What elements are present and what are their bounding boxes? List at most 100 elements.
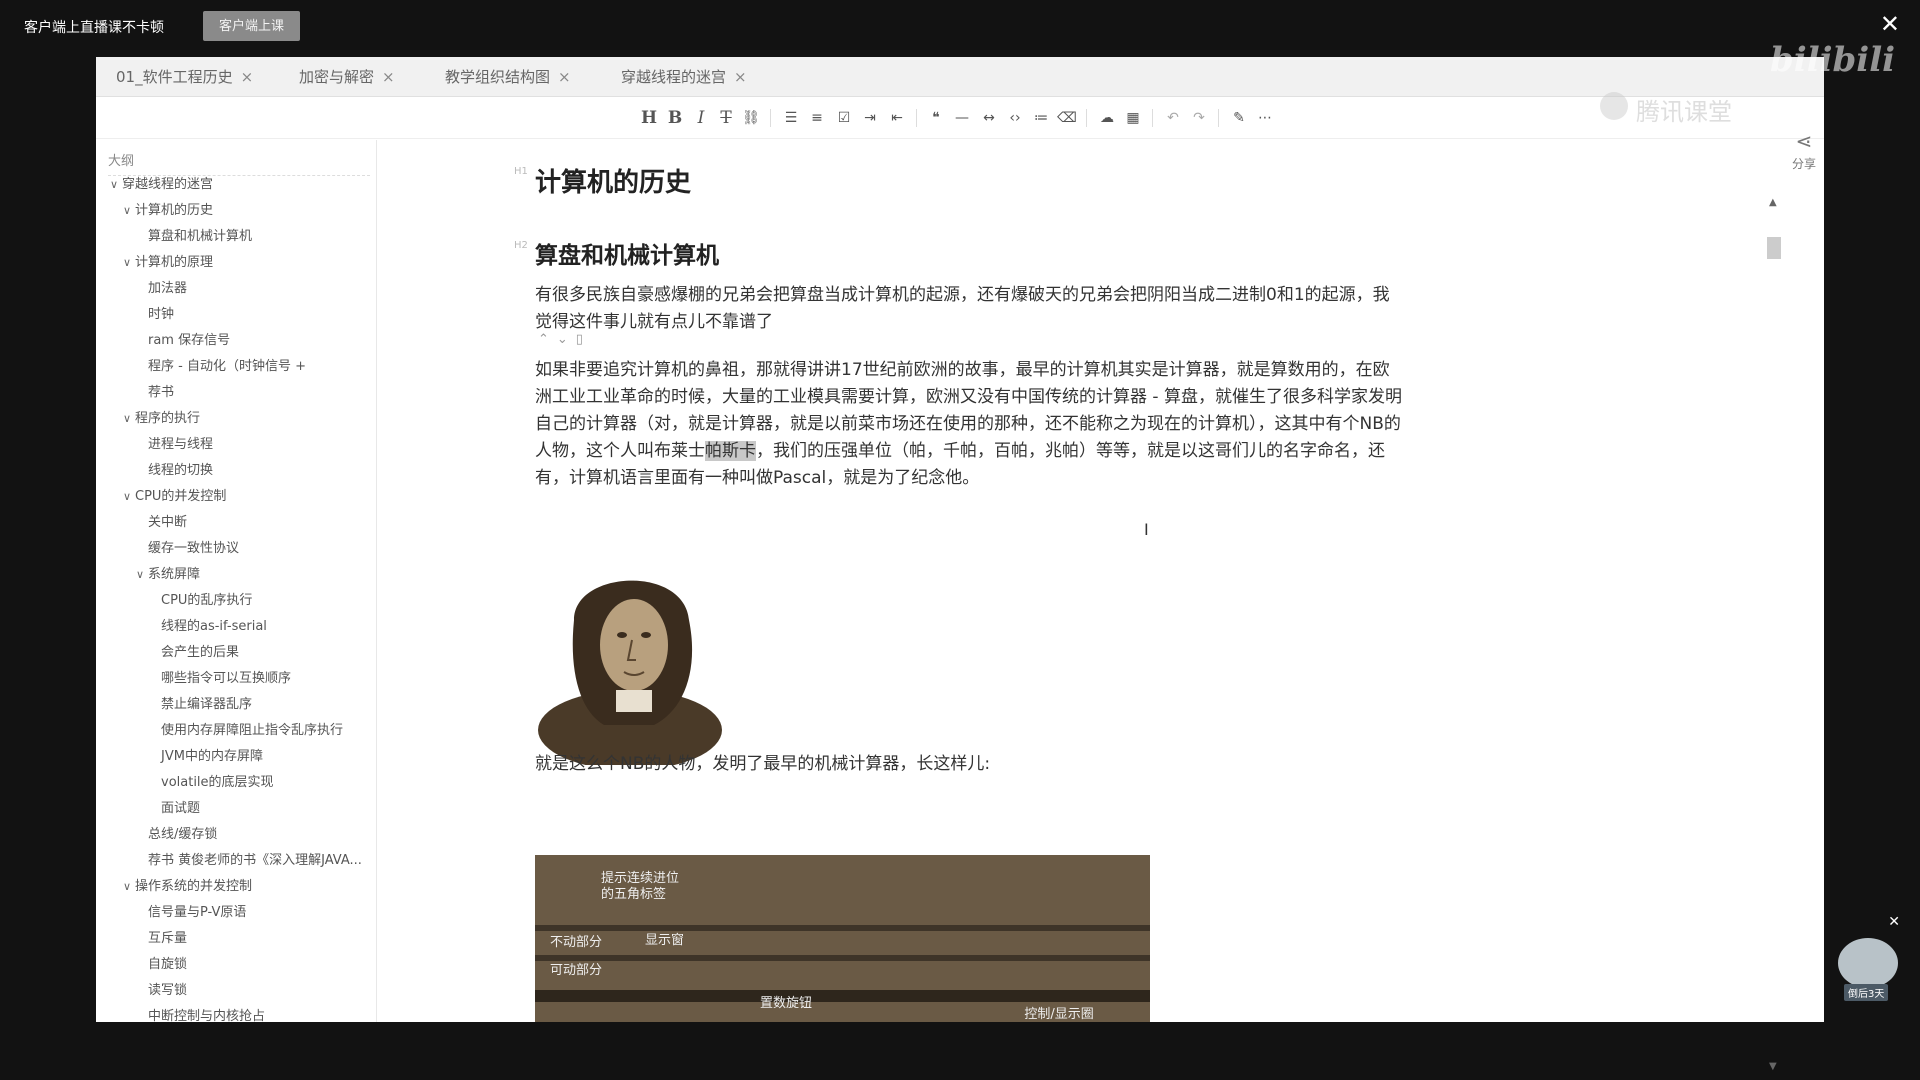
chevron-down-icon[interactable]: ∨ (110, 178, 122, 191)
chevron-down-icon[interactable]: ∨ (123, 204, 135, 217)
outline-item[interactable]: 进程与线程 (148, 433, 213, 452)
code-inline-icon[interactable]: ↔ (978, 107, 1000, 129)
scroll-thumb[interactable] (1767, 237, 1781, 259)
outline-item[interactable]: 荐书 黄俊老师的书《深入理解JAVA... (148, 849, 362, 868)
outline-item[interactable]: ∨ 系统屏障 (136, 563, 200, 582)
outline-item[interactable]: 读写锁 (148, 979, 187, 998)
close-icon[interactable]: ✕ (1888, 914, 1900, 930)
chevron-down-icon[interactable]: ∨ (123, 412, 135, 425)
paragraph: 如果非要追究计算机的鼻祖，那就得讲讲17世纪前欧洲的故事，最早的计算机其实是计算… (535, 357, 1405, 492)
tab-encryption[interactable]: 加密与解密 × (299, 57, 395, 97)
outline-item[interactable]: ∨ 操作系统的并发控制 (123, 875, 252, 894)
outline-item[interactable]: 哪些指令可以互换顺序 (161, 667, 291, 686)
outline-item[interactable]: 禁止编译器乱序 (161, 693, 252, 712)
outline-item[interactable]: 关中断 (148, 511, 187, 530)
link-icon[interactable]: ⛓ (740, 107, 762, 129)
doc-heading-2: 算盘和机械计算机 (535, 243, 719, 269)
outline-item[interactable]: ram 保存信号 (148, 329, 230, 348)
outline-item[interactable]: 缓存一致性协议 (148, 537, 239, 556)
outline-item[interactable]: 线程的as-if-serial (161, 615, 267, 634)
horizontal-rule-icon[interactable]: — (951, 107, 973, 129)
table-icon[interactable]: ▦ (1122, 107, 1144, 129)
outline-item[interactable]: ∨ CPU的并发控制 (123, 485, 226, 504)
outline-item[interactable]: 自旋锁 (148, 953, 187, 972)
outline-item[interactable]: JVM中的内存屏障 (161, 745, 263, 764)
outline-item-label: 互斥量 (148, 931, 188, 946)
paragraph-tools[interactable]: ⌃⌄▯ (538, 332, 591, 347)
ordered-list-icon[interactable]: ≡ (806, 107, 828, 129)
client-class-button[interactable]: 客户端上课 (203, 11, 300, 41)
pen-icon[interactable]: ✎ (1228, 107, 1250, 129)
outline-item-label: 进程与线程 (148, 437, 214, 452)
chevron-down-icon[interactable]: ∨ (123, 880, 135, 893)
outline-item-label: 线程的as-if-serial (161, 619, 267, 634)
outline-item-label: 缓存一致性协议 (148, 541, 240, 556)
outline-item[interactable]: 面试题 (161, 797, 200, 816)
tab-thread-maze[interactable]: 穿越线程的迷宫 × (621, 57, 747, 97)
upload-icon[interactable]: ☁ (1096, 107, 1118, 129)
outline-item[interactable]: volatile的底层实现 (161, 771, 274, 790)
floating-widget[interactable]: ✕ 倒后3天 (1836, 910, 1904, 1001)
outline-item[interactable]: 线程的切换 (148, 459, 213, 478)
scroll-down-icon[interactable]: ▼ (1769, 1061, 1777, 1072)
outline-item[interactable]: 信号量与P-V原语 (148, 901, 246, 920)
outline-item[interactable]: 荐书 (148, 381, 174, 400)
more-icon[interactable]: ⋯ (1254, 107, 1276, 129)
code-block-icon[interactable]: ‹› (1004, 107, 1026, 129)
selected-text[interactable]: 帕斯卡 (705, 441, 756, 461)
strikethrough-icon[interactable]: T (715, 107, 737, 129)
undo-icon[interactable]: ↶ (1162, 107, 1184, 129)
chevron-down-icon[interactable]: ∨ (123, 256, 135, 269)
outline-item-label: CPU的乱序执行 (161, 593, 253, 608)
format-icon[interactable]: ≔ (1030, 107, 1052, 129)
live-hint-text: 客户端上直播课不卡顿 (24, 20, 164, 36)
outline-item[interactable]: ∨ 程序的执行 (123, 407, 200, 426)
machine-label: 不动部分 (550, 935, 603, 950)
heading-marker: H1 (514, 166, 528, 177)
document-body[interactable]: H1 计算机的历史 H2 算盘和机械计算机 有很多民族自豪感爆棚的兄弟会把算盘当… (378, 140, 1824, 1022)
close-icon[interactable]: × (734, 68, 747, 86)
outline-item[interactable]: 时钟 (148, 303, 174, 322)
outline-item[interactable]: 总线/缓存锁 (148, 823, 217, 842)
outline-item[interactable]: ∨ 计算机的原理 (123, 251, 213, 270)
close-icon[interactable]: × (558, 68, 571, 86)
pascaline-machine-image: 提示连续进位 的五角标签 不动部分 可动部分 显示窗 置数旋钮 控制/显示圈 数… (535, 855, 1150, 1022)
scrollbar[interactable]: ▲ ▼ (1766, 197, 1782, 1072)
tencent-classroom-logo-icon (1600, 92, 1628, 120)
bold-icon[interactable]: B (664, 107, 686, 129)
outdent-icon[interactable]: ⇤ (886, 107, 908, 129)
outline-item[interactable]: CPU的乱序执行 (161, 589, 252, 608)
tab-software-history[interactable]: 01_软件工程历史 × (116, 57, 253, 97)
checkbox-list-icon[interactable]: ☑ (833, 107, 855, 129)
bullet-list-icon[interactable]: ☰ (780, 107, 802, 129)
chevron-down-icon[interactable]: ∨ (123, 490, 135, 503)
heading-icon[interactable]: H (638, 107, 660, 129)
outline-item[interactable]: 会产生的后果 (161, 641, 239, 660)
outline-item[interactable]: 程序 - 自动化（时钟信号 + (148, 355, 306, 374)
text-cursor-icon: I (1144, 520, 1149, 539)
outline-item[interactable]: 加法器 (148, 277, 187, 296)
redo-icon[interactable]: ↷ (1188, 107, 1210, 129)
tencent-classroom-logo: 腾讯课堂 (1636, 98, 1732, 126)
outline-item[interactable]: ∨ 计算机的历史 (123, 199, 213, 218)
outline-item[interactable]: 使用内存屏障阻止指令乱序执行 (161, 719, 343, 738)
scroll-up-icon[interactable]: ▲ (1769, 197, 1777, 208)
close-icon[interactable]: ✕ (1880, 12, 1900, 36)
outline-item[interactable]: 互斥量 (148, 927, 187, 946)
close-icon[interactable]: × (382, 68, 395, 86)
close-icon[interactable]: × (241, 68, 254, 86)
outline-item-label: 系统屏障 (148, 567, 201, 582)
outline-item[interactable]: 中断控制与内核抢占 (148, 1005, 265, 1022)
clear-format-icon[interactable]: ⌫ (1056, 107, 1078, 129)
indent-icon[interactable]: ⇥ (859, 107, 881, 129)
mascot-icon (1838, 938, 1898, 988)
outline-item-label: JVM中的内存屏障 (161, 749, 263, 764)
outline-item[interactable]: ∨ 穿越线程的迷宫 (110, 173, 213, 192)
outline-item[interactable]: 算盘和机械计算机 (148, 225, 252, 244)
tab-org-chart[interactable]: 教学组织结构图 × (445, 57, 571, 97)
outline-item-label: 总线/缓存锁 (148, 827, 218, 842)
quote-icon[interactable]: ❝ (925, 107, 947, 129)
italic-icon[interactable]: I (690, 107, 712, 129)
chevron-down-icon[interactable]: ∨ (136, 568, 148, 581)
outline-item-label: 会产生的后果 (161, 645, 240, 660)
